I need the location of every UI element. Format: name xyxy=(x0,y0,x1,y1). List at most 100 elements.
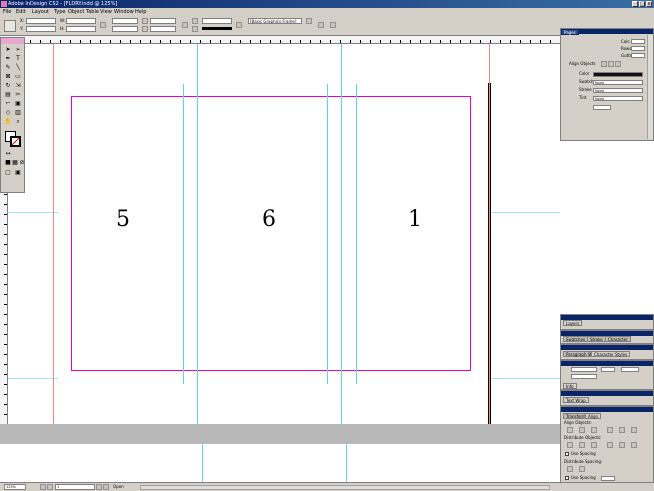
align-right-edges-icon[interactable] xyxy=(591,427,597,433)
gradient-tool-icon[interactable]: ▤ xyxy=(4,91,12,98)
document-canvas[interactable]: 5 6 1 xyxy=(8,44,560,424)
distribute-vspace-icon[interactable] xyxy=(567,466,573,472)
zoom-field[interactable]: 125% xyxy=(4,484,26,490)
close-button[interactable]: x xyxy=(646,1,652,7)
text-wrap-icon[interactable] xyxy=(318,22,324,28)
rows-field[interactable] xyxy=(631,46,645,51)
panel-scrollbar[interactable] xyxy=(647,35,653,139)
constrain-icon[interactable] xyxy=(100,22,106,28)
hand-tool-icon[interactable]: ✋ xyxy=(4,118,12,125)
tab-align[interactable]: Align xyxy=(585,413,602,419)
shear-icon[interactable] xyxy=(142,26,148,32)
note-tool-icon[interactable]: ▥ xyxy=(14,109,22,116)
align-left-edges-icon[interactable] xyxy=(567,427,573,433)
style-options-icon[interactable] xyxy=(306,18,312,24)
distribute-bottom-icon[interactable] xyxy=(591,442,597,448)
scale-tool-icon[interactable]: ⇲ xyxy=(14,82,22,89)
scale-y-field[interactable] xyxy=(112,26,138,32)
button-tool-icon[interactable]: ▣ xyxy=(14,100,22,107)
last-page-icon[interactable] xyxy=(103,484,109,490)
cols-field[interactable] xyxy=(631,39,645,44)
scissors-tool-icon[interactable]: ✂ xyxy=(14,91,22,98)
menu-edit[interactable]: Edit xyxy=(16,8,26,16)
x-field[interactable] xyxy=(26,18,56,24)
h-field[interactable] xyxy=(66,26,96,32)
info-field-1[interactable] xyxy=(571,367,597,372)
normal-view-icon[interactable]: ▢ xyxy=(4,169,12,176)
tab-layers[interactable]: Layers xyxy=(563,320,583,326)
spacing-field[interactable] xyxy=(601,476,615,481)
free-transform-tool-icon[interactable]: ◇ xyxy=(4,109,12,116)
distribute-left-icon[interactable] xyxy=(607,442,613,448)
align-v-centers-icon[interactable] xyxy=(619,427,625,433)
stroke-weight-field[interactable] xyxy=(202,18,232,24)
pasteboard-lower[interactable] xyxy=(0,444,560,482)
panel-header[interactable] xyxy=(561,407,653,412)
align-h-centers-icon[interactable] xyxy=(579,427,585,433)
menu-view[interactable]: View xyxy=(100,8,112,16)
panel-menu-icon[interactable] xyxy=(330,22,336,28)
stroke-icon[interactable] xyxy=(192,26,198,32)
swap-fill-stroke-icon[interactable]: ↔ xyxy=(4,150,12,157)
tab-character-styles[interactable]: Character Styles xyxy=(591,351,631,357)
tab-character[interactable]: Character xyxy=(605,336,631,342)
page-field[interactable]: 1 xyxy=(55,484,95,490)
rotate-tool-icon[interactable]: ↻ xyxy=(4,82,12,89)
weight-field[interactable] xyxy=(593,105,611,110)
panel-header[interactable] xyxy=(561,391,653,396)
stroke-swatch[interactable] xyxy=(10,136,21,147)
tint-field[interactable]: None xyxy=(593,96,643,101)
effects-icon[interactable] xyxy=(236,22,242,28)
swatch-field[interactable]: None xyxy=(593,80,643,85)
color-field[interactable] xyxy=(593,72,643,77)
eyedropper-tool-icon[interactable]: ⌐ xyxy=(4,100,12,107)
align-left-icon[interactable] xyxy=(601,61,607,67)
align-top-edges-icon[interactable] xyxy=(607,427,613,433)
tab-stroke[interactable]: Stroke xyxy=(587,336,606,342)
menu-layout[interactable]: Layout xyxy=(32,8,49,16)
selection-tool-icon[interactable]: ➤ xyxy=(4,46,12,53)
column-guide[interactable] xyxy=(341,44,342,424)
rotate-field[interactable] xyxy=(150,18,176,24)
distribute-top-icon[interactable] xyxy=(567,442,573,448)
fill-icon[interactable] xyxy=(192,18,198,24)
info-field-2[interactable] xyxy=(601,367,615,372)
panel-header[interactable] xyxy=(561,345,653,350)
info-field-4[interactable] xyxy=(571,374,597,379)
tab-info[interactable]: Info xyxy=(563,383,577,389)
tools-panel-header[interactable] xyxy=(1,38,24,44)
first-page-icon[interactable] xyxy=(40,484,46,490)
column-guide[interactable] xyxy=(197,44,198,424)
horizontal-ruler[interactable] xyxy=(0,36,560,44)
menu-window[interactable]: Window xyxy=(114,8,134,16)
menu-type[interactable]: Type xyxy=(54,8,65,16)
column-guide[interactable] xyxy=(183,84,184,384)
minimize-button[interactable]: _ xyxy=(632,1,638,7)
column-guide[interactable] xyxy=(327,84,328,384)
tab-swatches[interactable]: Swatches xyxy=(563,336,589,342)
menu-help[interactable]: Help xyxy=(135,8,146,16)
align-center-icon[interactable] xyxy=(608,61,614,67)
column-guide[interactable] xyxy=(356,84,357,384)
gutter-field[interactable] xyxy=(631,53,645,58)
stroke-field[interactable]: None xyxy=(593,88,643,93)
shear-field[interactable] xyxy=(150,26,176,32)
info-field-3[interactable] xyxy=(621,367,639,372)
page-spread[interactable] xyxy=(58,80,488,424)
menu-table[interactable]: Table xyxy=(86,8,99,16)
horizontal-scrollbar[interactable] xyxy=(140,485,550,490)
use-spacing-checkbox-2[interactable] xyxy=(565,476,569,480)
panel-header[interactable] xyxy=(561,361,653,366)
flip-icon[interactable] xyxy=(182,22,188,28)
rectangle-frame-tool-icon[interactable]: ⊠ xyxy=(4,73,12,80)
next-page-icon[interactable] xyxy=(96,484,102,490)
stroke-type-preview[interactable] xyxy=(202,27,232,30)
line-tool-icon[interactable]: ╲ xyxy=(14,64,22,71)
rotate-icon[interactable] xyxy=(142,18,148,24)
preview-view-icon[interactable]: ▣ xyxy=(14,169,22,176)
distribute-hcenter-icon[interactable] xyxy=(619,442,625,448)
type-tool-icon[interactable]: T xyxy=(14,55,22,62)
reference-point-icon[interactable] xyxy=(4,20,16,32)
menu-object[interactable]: Object xyxy=(68,8,84,16)
align-right-icon[interactable] xyxy=(615,61,621,67)
